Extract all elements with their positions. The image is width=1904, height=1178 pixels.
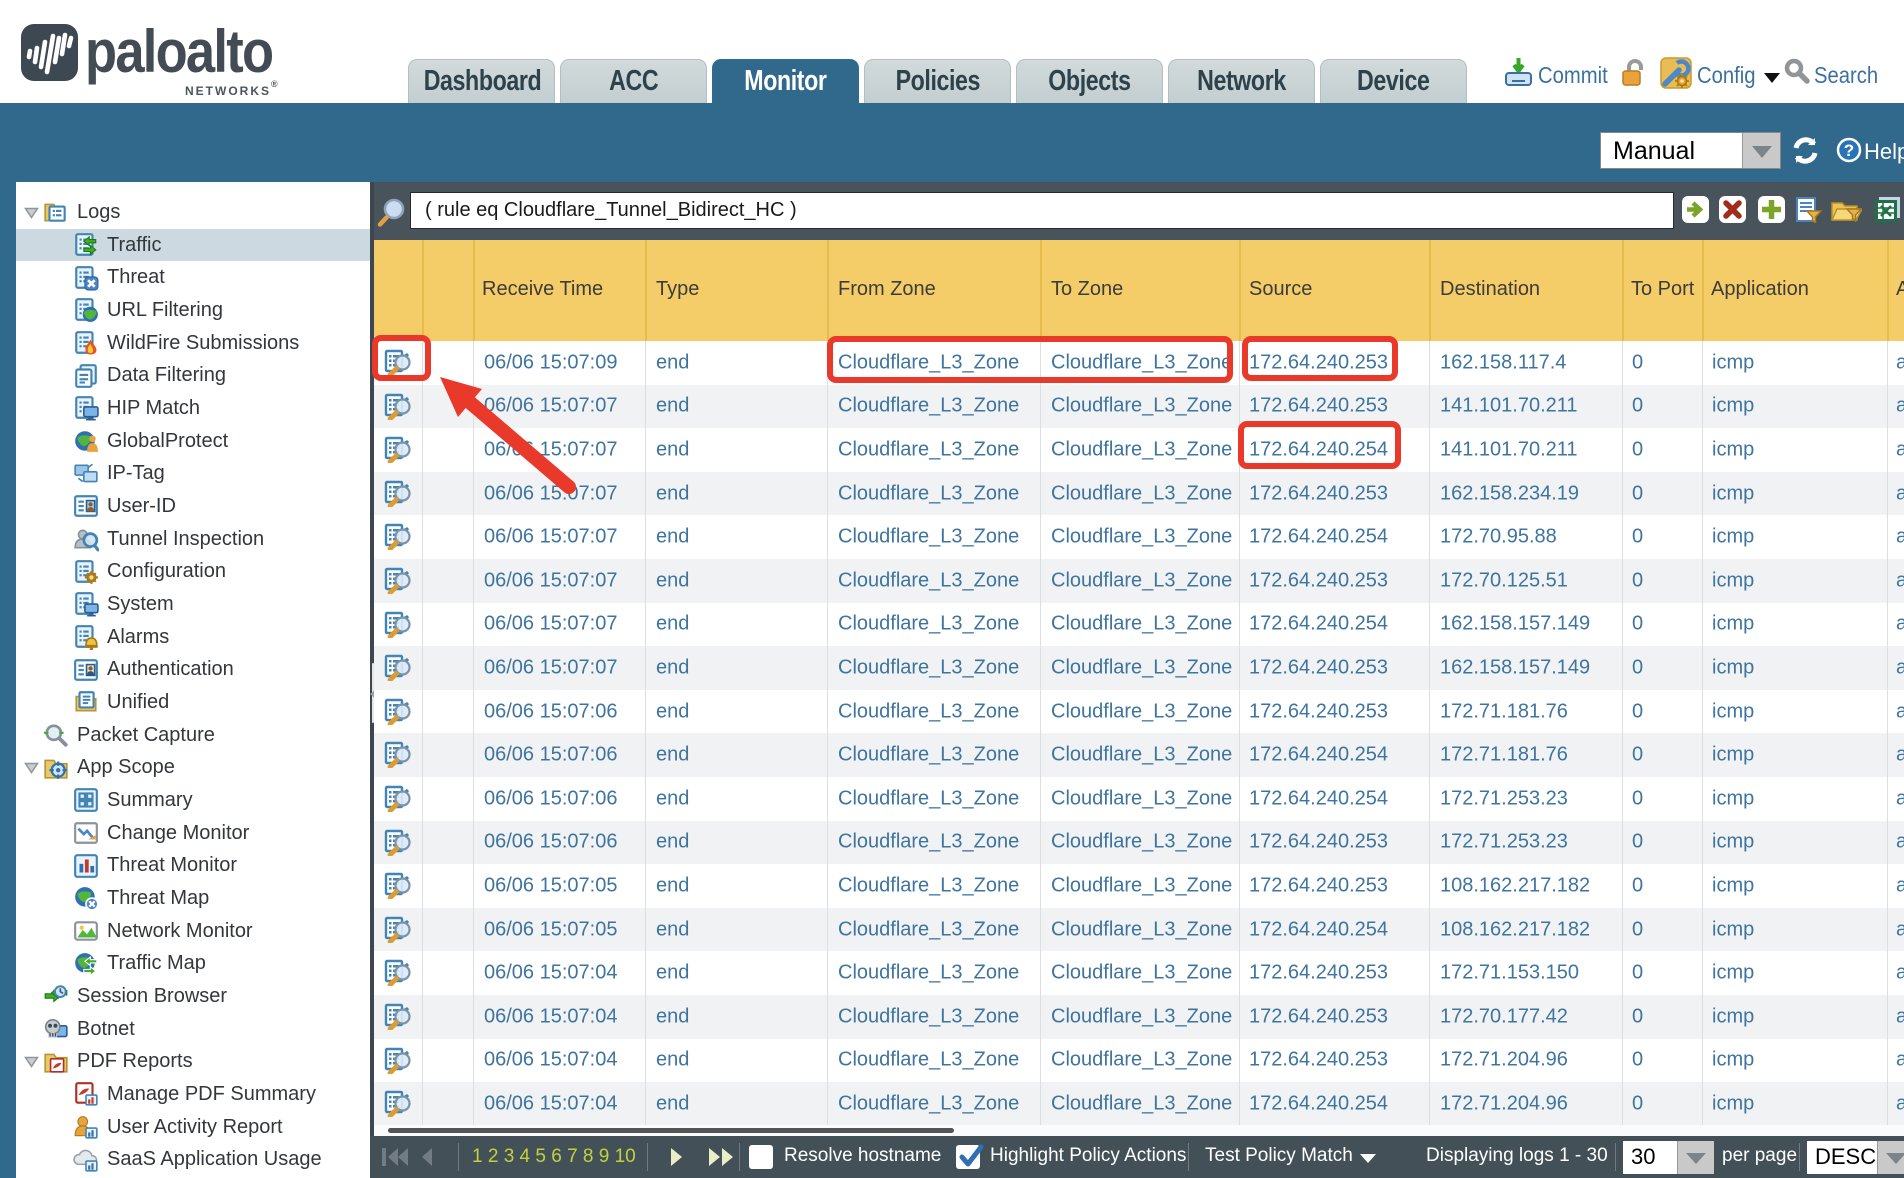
svg-text:?: ? — [1844, 141, 1854, 160]
